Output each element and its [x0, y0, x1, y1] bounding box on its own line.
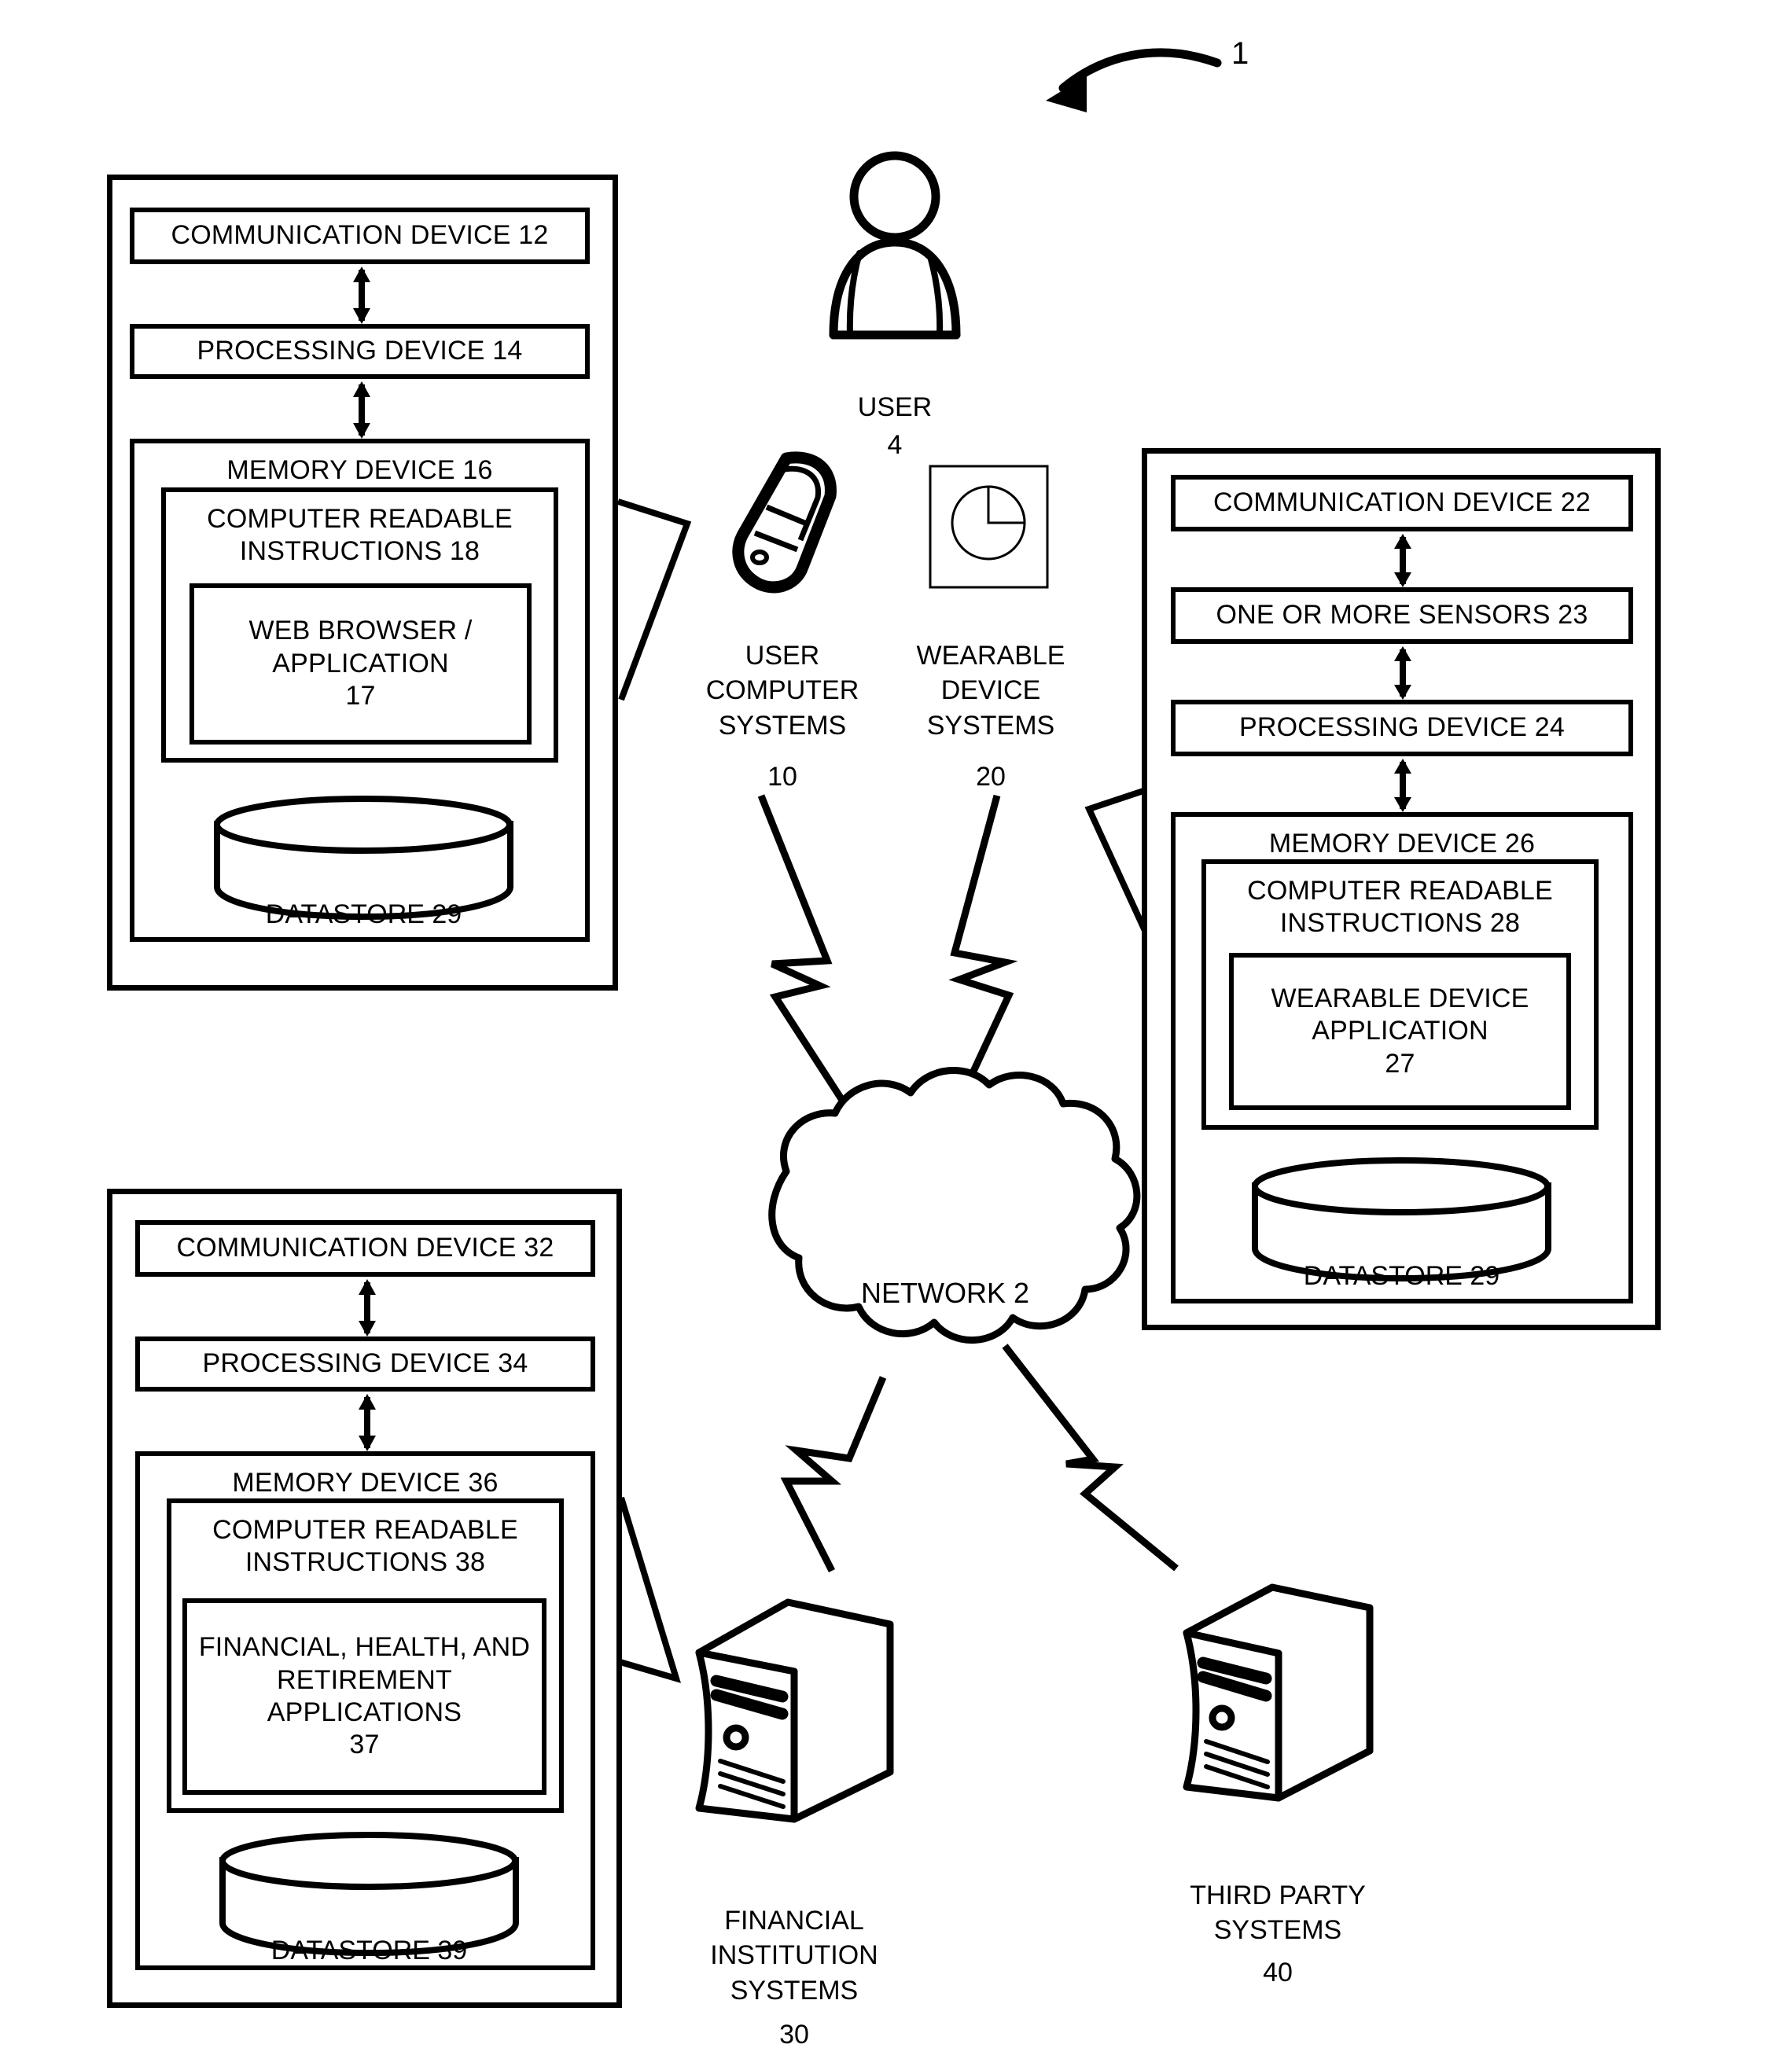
financial-health-retirement-applications-37-label: FINANCIAL, HEALTH, AND RETIREMENT APPLIC… — [198, 1632, 531, 1760]
wearable-device-application-27-label: WEARABLE DEVICE APPLICATION 27 — [1271, 983, 1529, 1079]
communication-device-22-label: COMMUNICATION DEVICE 22 — [1212, 487, 1591, 518]
lightning-bolt-wearable-to-network — [930, 794, 1018, 1157]
wearable-watch-icon — [928, 464, 1050, 590]
memory-device-26-label: MEMORY DEVICE 26 — [1268, 829, 1536, 859]
processing-device-34-label: PROCESSING DEVICE 34 — [202, 1348, 528, 1379]
financial-institution-systems-node-ref: 30 — [779, 2020, 809, 2050]
communication-device-12-box[interactable]: COMMUNICATION DEVICE 12 — [130, 208, 590, 264]
processing-device-14-box[interactable]: PROCESSING DEVICE 14 — [130, 324, 590, 379]
arrow-comm22-to-sensors23 — [1393, 534, 1413, 587]
arrow-comm12-to-proc14 — [351, 267, 372, 324]
communication-device-32-box[interactable]: COMMUNICATION DEVICE 32 — [135, 1220, 595, 1277]
wearable-device-systems-node-label: WEARABLE DEVICE SYSTEMS — [916, 641, 1065, 741]
figure-canvas: COMMUNICATION DEVICE 12 PROCESSING DEVIC… — [0, 0, 1792, 2070]
user-computer-systems-node-label: USER COMPUTER SYSTEMS — [705, 641, 859, 741]
processing-device-24-label: PROCESSING DEVICE 24 — [1238, 712, 1565, 743]
wearable-device-application-27-box[interactable]: WEARABLE DEVICE APPLICATION 27 — [1229, 953, 1571, 1110]
one-or-more-sensors-23-label: ONE OR MORE SENSORS 23 — [1216, 600, 1588, 631]
communication-device-22-box[interactable]: COMMUNICATION DEVICE 22 — [1171, 475, 1633, 531]
communication-device-12-label: COMMUNICATION DEVICE 12 — [171, 220, 549, 251]
web-browser-application-17-label: WEB BROWSER / APPLICATION 17 — [248, 616, 473, 711]
computer-readable-instructions-28-label: COMPUTER READABLE INSTRUCTIONS 28 — [1247, 876, 1553, 939]
user-computer-systems-node-ref: 10 — [767, 762, 797, 792]
user-person-icon — [818, 149, 972, 342]
processing-device-14-label: PROCESSING DEVICE 14 — [197, 336, 523, 366]
arrow-sensors23-to-proc24 — [1393, 646, 1413, 700]
arrow-proc24-to-mem26 — [1393, 759, 1413, 812]
figure-reference-arrow — [1046, 48, 1222, 112]
wearable-device-systems-node-ref: 20 — [976, 762, 1006, 792]
memory-device-36-label: MEMORY DEVICE 36 — [232, 1468, 499, 1498]
computer-readable-instructions-38-label: COMPUTER READABLE INSTRUCTIONS 38 — [212, 1515, 518, 1578]
third-party-server-icon — [1179, 1583, 1376, 1820]
lightning-bolt-user-to-network — [757, 794, 882, 1160]
arrow-comm32-to-proc34 — [357, 1279, 377, 1336]
lightning-bolt-network-to-third-party — [1002, 1344, 1179, 1572]
one-or-more-sensors-23-box[interactable]: ONE OR MORE SENSORS 23 — [1171, 587, 1633, 644]
arrow-proc14-to-mem16 — [351, 381, 372, 439]
lightning-bolt-network-to-financial — [780, 1376, 887, 1573]
datastore-39-label: DATASTORE 39 — [270, 1936, 468, 1966]
financial-institution-server-icon — [692, 1598, 896, 1841]
third-party-systems-node-ref: 40 — [1263, 1958, 1293, 1988]
computer-readable-instructions-18-label: COMPUTER READABLE INSTRUCTIONS 18 — [207, 504, 513, 567]
datastore-29-label-user: DATASTORE 29 — [265, 899, 462, 930]
communication-device-32-label: COMMUNICATION DEVICE 32 — [176, 1233, 554, 1263]
memory-device-16-label: MEMORY DEVICE 16 — [226, 455, 493, 485]
datastore-29-label-wearable: DATASTORE 29 — [1303, 1261, 1500, 1292]
processing-device-24-box[interactable]: PROCESSING DEVICE 24 — [1171, 700, 1633, 756]
processing-device-34-box[interactable]: PROCESSING DEVICE 34 — [135, 1336, 595, 1392]
web-browser-application-17-box[interactable]: WEB BROWSER / APPLICATION 17 — [190, 583, 532, 745]
figure-number-label: 1 — [1231, 36, 1249, 71]
financial-health-retirement-applications-37-box[interactable]: FINANCIAL, HEALTH, AND RETIREMENT APPLIC… — [182, 1598, 546, 1795]
arrow-proc34-to-mem36 — [357, 1394, 377, 1451]
mobile-phone-icon — [700, 451, 865, 594]
network-node-label: NETWORK 2 — [860, 1276, 1029, 1309]
